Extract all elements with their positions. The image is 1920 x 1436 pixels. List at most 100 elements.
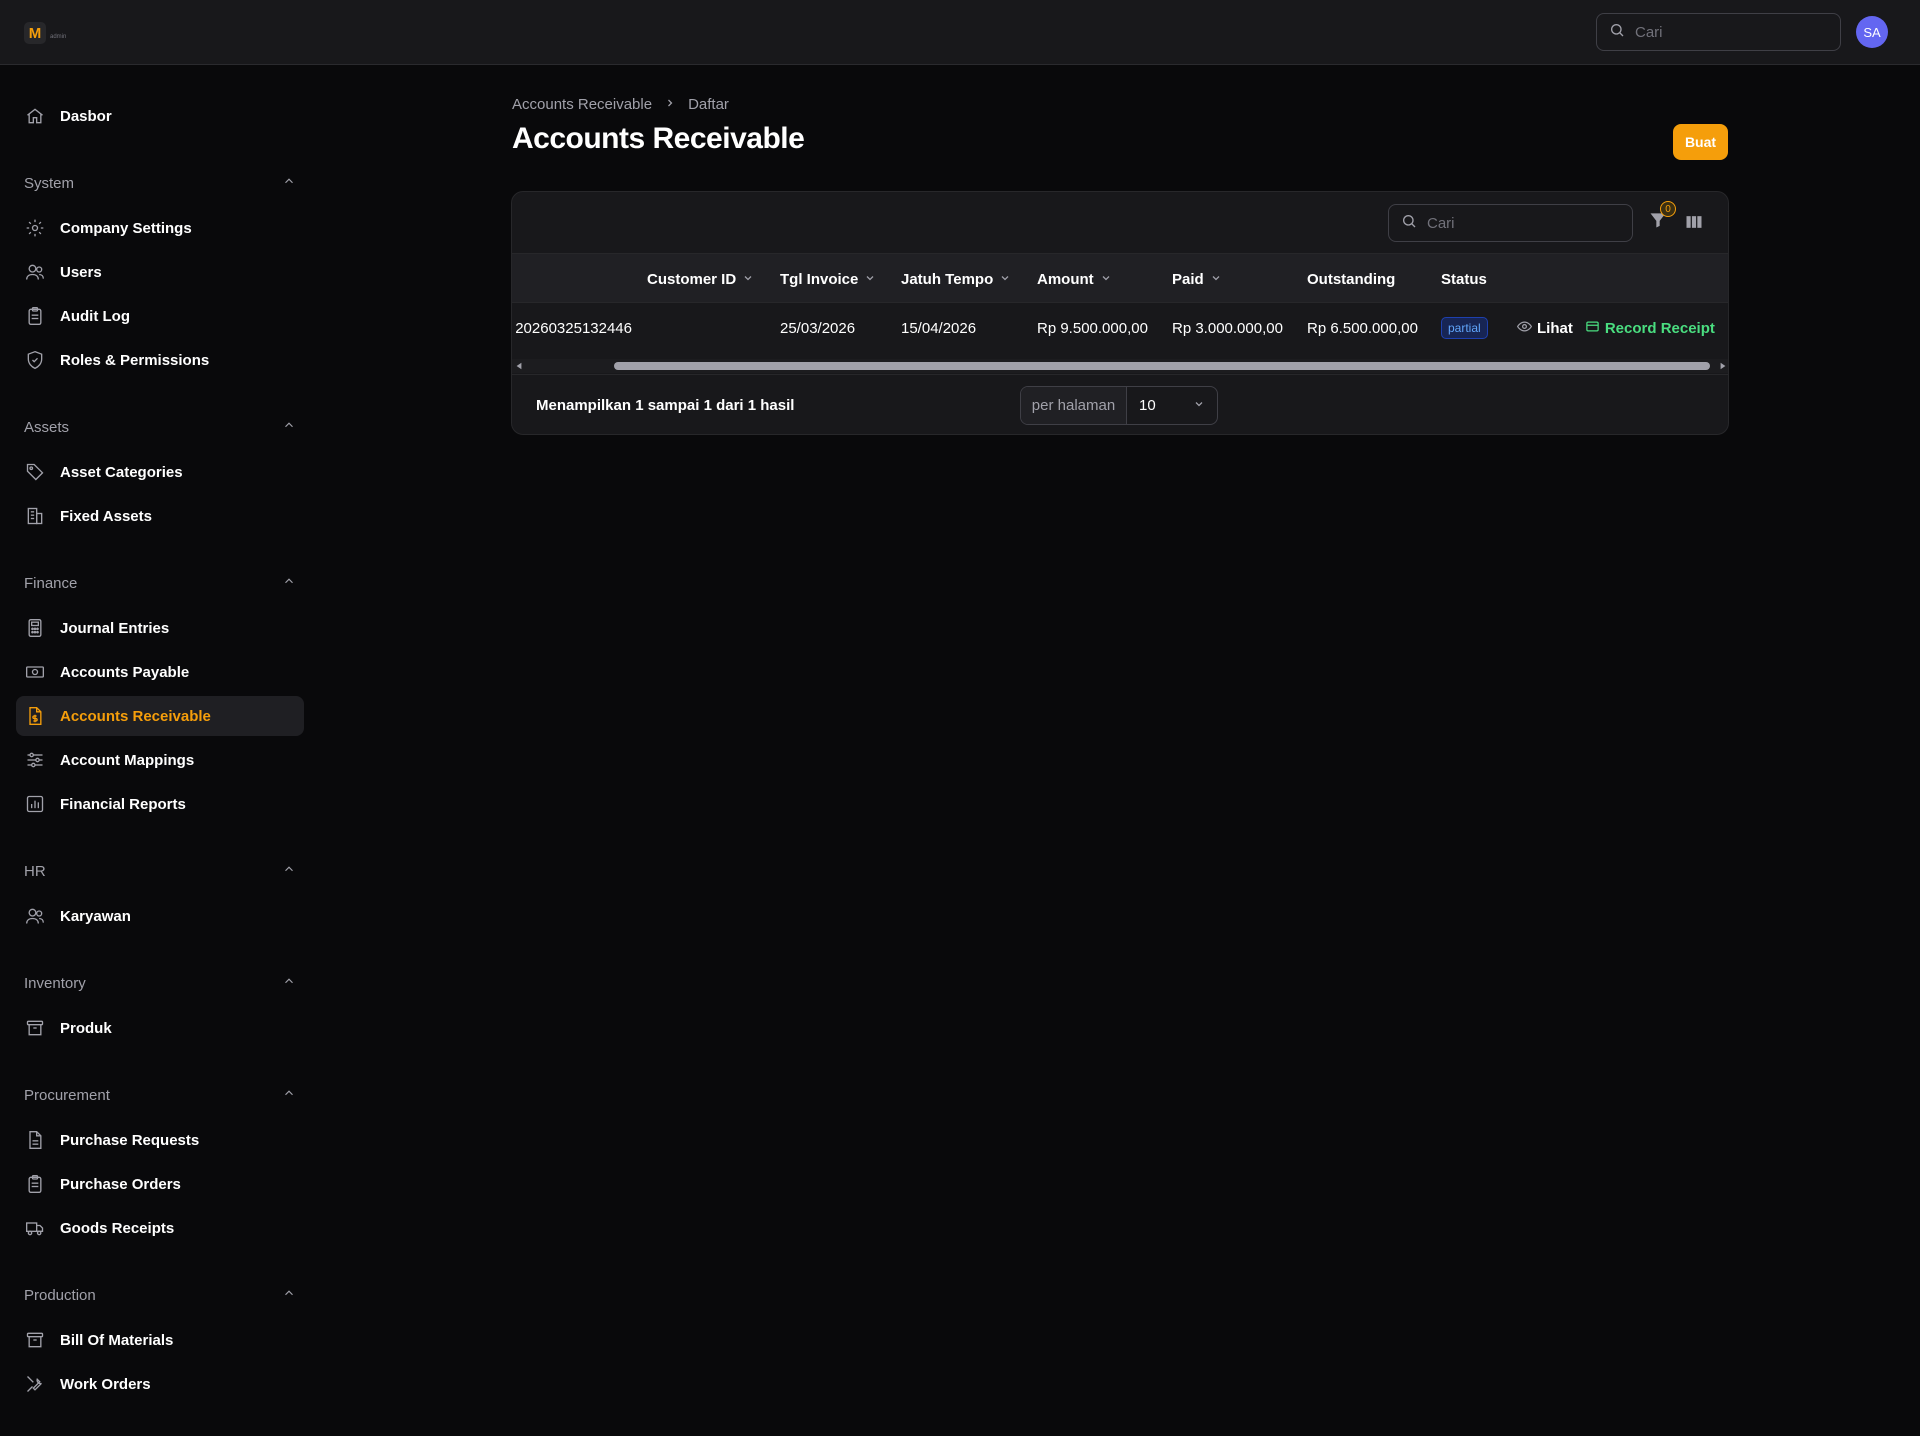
- shield-icon: [24, 349, 46, 371]
- app-logo[interactable]: M admin: [24, 22, 66, 44]
- chevron-right-icon: [664, 96, 676, 113]
- sidebar-item-account-mappings[interactable]: Account Mappings: [16, 740, 304, 780]
- sidebar-item-users[interactable]: Users: [16, 252, 304, 292]
- sidebar-group-finance[interactable]: Finance: [24, 571, 296, 595]
- sidebar-item-label: Financial Reports: [60, 795, 186, 813]
- cell-invoice-date: 25/03/2026: [780, 319, 856, 337]
- sidebar-item-label: Audit Log: [60, 307, 130, 325]
- cell-outstanding: Rp 6.500.000,00: [1307, 319, 1418, 337]
- bar-chart-icon: [24, 793, 46, 815]
- calculator-icon: [24, 617, 46, 639]
- wrench-icon: [24, 1373, 46, 1395]
- group-label: Production: [24, 1286, 96, 1304]
- column-header-jatuh-tempo[interactable]: Jatuh Tempo: [901, 254, 1011, 304]
- building-icon: [24, 505, 46, 527]
- chevron-up-icon: [282, 174, 296, 193]
- cell-paid: Rp 3.000.000,00: [1172, 319, 1283, 337]
- sidebar-item-produk[interactable]: Produk: [16, 1008, 304, 1048]
- sidebar-group-production[interactable]: Production: [24, 1283, 296, 1307]
- pagination-summary: Menampilkan 1 sampai 1 dari 1 hasil: [536, 397, 795, 414]
- column-header-tgl-invoice[interactable]: Tgl Invoice: [780, 254, 876, 304]
- per-page-select[interactable]: 10: [1127, 387, 1217, 424]
- users-icon: [24, 261, 46, 283]
- sidebar-item-financial-reports[interactable]: Financial Reports: [16, 784, 304, 824]
- sidebar-item-journal-entries[interactable]: Journal Entries: [16, 608, 304, 648]
- sidebar-item-company-settings[interactable]: Company Settings: [16, 208, 304, 248]
- horizontal-scrollbar[interactable]: [512, 359, 1728, 373]
- table-header: Customer ID Tgl Invoice Jatuh Tempo Amou…: [512, 253, 1728, 304]
- column-label: Jatuh Tempo: [901, 270, 994, 288]
- chevron-up-icon: [282, 418, 296, 437]
- create-button[interactable]: Buat: [1673, 124, 1728, 160]
- table-search-input[interactable]: [1427, 214, 1607, 232]
- group-label: Inventory: [24, 974, 86, 992]
- sidebar-group-hr[interactable]: HR: [24, 859, 296, 883]
- gear-icon: [24, 217, 46, 239]
- sidebar-item-audit-log[interactable]: Audit Log: [16, 296, 304, 336]
- chevron-up-icon: [282, 1086, 296, 1105]
- sidebar-item-accounts-receivable[interactable]: Accounts Receivable: [16, 696, 304, 736]
- sidebar-item-roles-permissions[interactable]: Roles & Permissions: [16, 340, 304, 380]
- cell-due-date: 15/04/2026: [901, 319, 977, 337]
- sidebar-group-assets[interactable]: Assets: [24, 415, 296, 439]
- global-search[interactable]: [1596, 13, 1841, 51]
- toggle-columns-button[interactable]: [1684, 212, 1706, 234]
- column-header-paid[interactable]: Paid: [1172, 254, 1222, 304]
- sidebar-item-fixed-assets[interactable]: Fixed Assets: [16, 496, 304, 536]
- columns-icon: [1684, 216, 1704, 236]
- column-header-customer-id[interactable]: Customer ID: [647, 254, 754, 304]
- sidebar-item-label: Account Mappings: [60, 751, 195, 769]
- group-label: Finance: [24, 574, 78, 592]
- column-label: Customer ID: [647, 270, 737, 288]
- sidebar-item-asset-categories[interactable]: Asset Categories: [16, 452, 304, 492]
- sidebar-item-label: Bill Of Materials: [60, 1331, 174, 1349]
- scrollbar-thumb[interactable]: [614, 362, 1710, 370]
- filter-button[interactable]: 0: [1648, 201, 1676, 236]
- filter-count-badge: 0: [1660, 201, 1676, 217]
- document-dollar-icon: [24, 705, 46, 727]
- receipt-icon: [1585, 319, 1600, 338]
- sidebar-item-dashboard[interactable]: Dasbor: [16, 96, 304, 136]
- clipboard-icon: [24, 305, 46, 327]
- table-search[interactable]: [1388, 204, 1633, 242]
- tag-icon: [24, 461, 46, 483]
- view-action-label: Lihat: [1537, 319, 1573, 337]
- chevron-down-icon: [742, 271, 754, 288]
- record-receipt-action[interactable]: Record Receipt: [1585, 319, 1715, 338]
- sidebar-item-label: Purchase Requests: [60, 1131, 200, 1149]
- breadcrumb-current: Daftar: [688, 96, 729, 113]
- global-search-input[interactable]: [1635, 23, 1815, 41]
- sidebar-item-label: Produk: [60, 1019, 112, 1037]
- sidebar-item-label: Dasbor: [60, 107, 112, 125]
- clipboard-icon: [24, 1173, 46, 1195]
- sidebar-item-goods-receipts[interactable]: Goods Receipts: [16, 1208, 304, 1248]
- column-header-amount[interactable]: Amount: [1037, 254, 1112, 304]
- per-page-control: per halaman 10: [1020, 386, 1218, 425]
- scroll-left-arrow-icon[interactable]: [512, 359, 526, 373]
- sidebar-item-label: Work Orders: [60, 1375, 151, 1393]
- sidebar-item-accounts-payable[interactable]: Accounts Payable: [16, 652, 304, 692]
- sidebar-item-purchase-orders[interactable]: Purchase Orders: [16, 1164, 304, 1204]
- sidebar-item-work-orders[interactable]: Work Orders: [16, 1364, 304, 1404]
- user-avatar[interactable]: SA: [1856, 16, 1888, 48]
- truck-icon: [24, 1217, 46, 1239]
- sidebar-item-bill-of-materials[interactable]: Bill Of Materials: [16, 1320, 304, 1360]
- column-label: Outstanding: [1307, 270, 1396, 288]
- sidebar-group-inventory[interactable]: Inventory: [24, 971, 296, 995]
- record-receipt-label: Record Receipt: [1604, 319, 1715, 337]
- view-action[interactable]: Lihat: [1516, 319, 1573, 338]
- scroll-right-arrow-icon[interactable]: [1716, 359, 1728, 373]
- top-bar: M admin SA: [0, 0, 1920, 65]
- sidebar-group-procurement[interactable]: Procurement: [24, 1083, 296, 1107]
- sidebar-item-purchase-requests[interactable]: Purchase Requests: [16, 1120, 304, 1160]
- status-badge: partial: [1441, 317, 1488, 339]
- search-icon: [1609, 22, 1625, 43]
- cell-actions: Lihat Record Receipt: [1516, 303, 1715, 353]
- logo-text: admin: [50, 34, 67, 40]
- table-row[interactable]: 20260325132446 25/03/2026 15/04/2026 Rp …: [512, 303, 1728, 353]
- sidebar-group-system[interactable]: System: [24, 171, 296, 195]
- breadcrumb-parent[interactable]: Accounts Receivable: [512, 96, 652, 113]
- document-icon: [24, 1129, 46, 1151]
- table-footer: Menampilkan 1 sampai 1 dari 1 hasil per …: [512, 374, 1728, 434]
- sidebar-item-karyawan[interactable]: Karyawan: [16, 896, 304, 936]
